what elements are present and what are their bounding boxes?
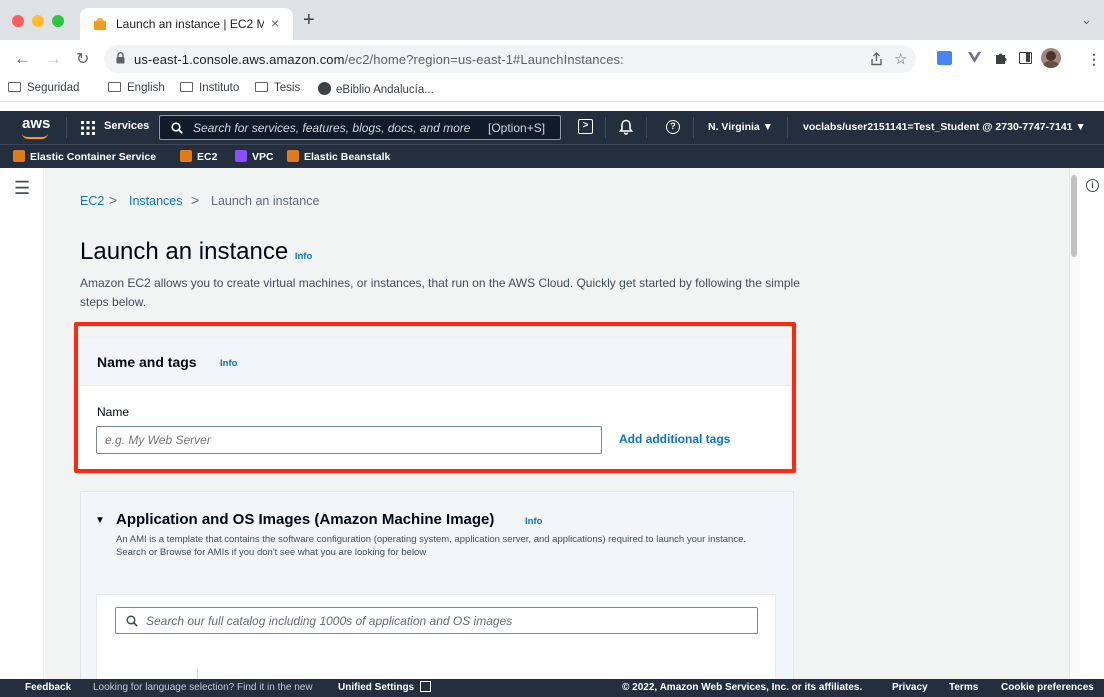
- bookmark-tesis[interactable]: Tesis: [255, 82, 300, 94]
- new-tab-button[interactable]: +: [303, 10, 315, 30]
- chrome-menu-icon[interactable]: ⋮: [1087, 51, 1101, 68]
- profile-avatar[interactable]: [1041, 48, 1061, 68]
- url-text: us-east-1.console.aws.amazon.com/ec2/hom…: [134, 52, 624, 67]
- translate-extension-icon[interactable]: [937, 51, 952, 65]
- ec2-icon: [180, 150, 192, 162]
- chevron-right-icon: >: [191, 192, 200, 208]
- bookmark-seguridad[interactable]: Seguridad: [8, 82, 79, 94]
- extensions-puzzle-icon[interactable]: [994, 51, 1008, 65]
- beanstalk-icon: [287, 150, 299, 162]
- privacy-link[interactable]: Privacy: [892, 682, 928, 693]
- collapse-caret-icon[interactable]: ▼: [95, 515, 105, 526]
- favorite-vpc[interactable]: VPC: [235, 150, 274, 163]
- vue-extension-icon[interactable]: [968, 52, 981, 64]
- lock-icon: [116, 52, 125, 64]
- breadcrumb-instances[interactable]: Instances: [129, 194, 183, 208]
- share-icon[interactable]: [870, 52, 883, 66]
- breadcrumb-ec2[interactable]: EC2: [80, 194, 104, 208]
- forward-arrow-icon[interactable]: →: [45, 49, 62, 69]
- browser-toolbar: ← → ↻ us-east-1.console.aws.amazon.com/e…: [0, 40, 1104, 78]
- tab-search-icon[interactable]: ⌄: [1081, 12, 1092, 28]
- favorite-ecs[interactable]: Elastic Container Service: [13, 150, 156, 163]
- vpc-icon: [235, 150, 247, 162]
- region-selector[interactable]: N. Virginia ▼: [708, 121, 773, 133]
- browser-tab-bar: Launch an instance | EC2 Mana × + ⌄: [0, 0, 1104, 40]
- bookmark-star-icon[interactable]: ☆: [894, 50, 907, 68]
- ecs-icon: [13, 150, 25, 162]
- globe-icon: [318, 82, 331, 95]
- bookmark-instituto[interactable]: Instituto: [180, 82, 239, 94]
- ami-description: An AMI is a template that contains the s…: [116, 534, 746, 558]
- nav-divider: [787, 117, 788, 138]
- folder-icon: [255, 82, 268, 92]
- cloudshell-icon[interactable]: >: [578, 119, 593, 134]
- console-footer: Feedback Looking for language selection?…: [0, 679, 1104, 697]
- aws-console-nav: aws Services Search for services, featur…: [0, 111, 1104, 144]
- aws-smile-icon: [22, 133, 48, 139]
- nav-divider: [605, 117, 606, 138]
- reload-icon[interactable]: ↻: [76, 49, 89, 69]
- search-icon: [126, 615, 138, 627]
- feedback-link[interactable]: Feedback: [25, 682, 71, 693]
- external-link-icon: [420, 681, 431, 692]
- bookmarks-bar: Seguridad English Instituto Tesis eBibli…: [0, 78, 1104, 102]
- ami-heading[interactable]: Application and OS Images (Amazon Machin…: [116, 511, 494, 528]
- tab-title: Launch an instance | EC2 Mana: [116, 17, 264, 31]
- help-icon[interactable]: ?: [666, 120, 680, 134]
- right-tools-rail: i: [1080, 168, 1104, 679]
- browser-tab[interactable]: Launch an instance | EC2 Mana ×: [80, 8, 293, 40]
- scrollbar-thumb[interactable]: [1071, 175, 1077, 257]
- folder-icon: [108, 82, 121, 92]
- cookie-preferences-link[interactable]: Cookie preferences: [1001, 682, 1094, 693]
- services-menu-button[interactable]: Services: [104, 120, 149, 132]
- language-prompt: Looking for language selection? Find it …: [93, 682, 313, 693]
- back-arrow-icon[interactable]: ←: [14, 49, 31, 69]
- side-panel-icon[interactable]: [1019, 52, 1032, 64]
- aws-logo[interactable]: aws: [22, 115, 50, 132]
- favorites-bar: Elastic Container Service EC2 VPC Elasti…: [0, 144, 1104, 168]
- tab-close-icon[interactable]: ×: [271, 15, 279, 31]
- notifications-bell-icon[interactable]: [619, 119, 633, 135]
- nav-divider: [66, 117, 67, 138]
- aws-favicon-icon: [94, 18, 106, 30]
- breadcrumb-current: Launch an instance: [211, 194, 320, 208]
- terms-link[interactable]: Terms: [949, 682, 978, 693]
- unified-settings-link[interactable]: Unified Settings: [338, 682, 414, 693]
- search-shortcut-hint: [Option+S]: [488, 121, 546, 135]
- page-top-spacer: [0, 102, 1104, 111]
- chevron-right-icon: >: [109, 192, 118, 208]
- ami-search-input[interactable]: Search our full catalog including 1000s …: [115, 607, 758, 634]
- aws-search-input[interactable]: Search for services, features, blogs, do…: [159, 115, 561, 140]
- search-placeholder: Search for services, features, blogs, do…: [193, 121, 471, 135]
- page-title: Launch an instance Info: [80, 238, 312, 266]
- search-icon: [171, 122, 183, 134]
- zoom-window-button[interactable]: [52, 15, 64, 27]
- ami-search-placeholder: Search our full catalog including 1000s …: [146, 614, 513, 628]
- account-menu[interactable]: voclabs/user2151141=Test_Student @ 2730-…: [803, 121, 1086, 133]
- page-description: Amazon EC2 allows you to create virtual …: [80, 276, 800, 309]
- copyright-text: © 2022, Amazon Web Services, Inc. or its…: [622, 682, 863, 693]
- bookmark-ebiblio[interactable]: eBiblio Andalucía...: [318, 82, 434, 96]
- ami-info-link[interactable]: Info: [525, 516, 542, 527]
- favorite-ec2[interactable]: EC2: [180, 150, 217, 163]
- info-panel-icon[interactable]: i: [1086, 179, 1099, 192]
- folder-icon: [180, 82, 193, 92]
- services-grid-icon[interactable]: [81, 121, 95, 135]
- side-nav-rail: ☰: [0, 168, 44, 679]
- bookmark-english[interactable]: English: [108, 82, 165, 94]
- close-window-button[interactable]: [12, 15, 24, 27]
- highlight-box: [74, 322, 796, 473]
- page-info-link[interactable]: Info: [295, 251, 312, 262]
- minimize-window-button[interactable]: [32, 15, 44, 27]
- folder-icon: [8, 82, 21, 92]
- nav-divider: [646, 117, 647, 138]
- address-bar[interactable]: us-east-1.console.aws.amazon.com/ec2/hom…: [104, 45, 916, 73]
- page-title-text: Launch an instance: [80, 238, 289, 265]
- nav-divider: [693, 117, 694, 138]
- favorite-elastic-beanstalk[interactable]: Elastic Beanstalk: [287, 150, 390, 163]
- hamburger-menu-icon[interactable]: ☰: [14, 178, 30, 199]
